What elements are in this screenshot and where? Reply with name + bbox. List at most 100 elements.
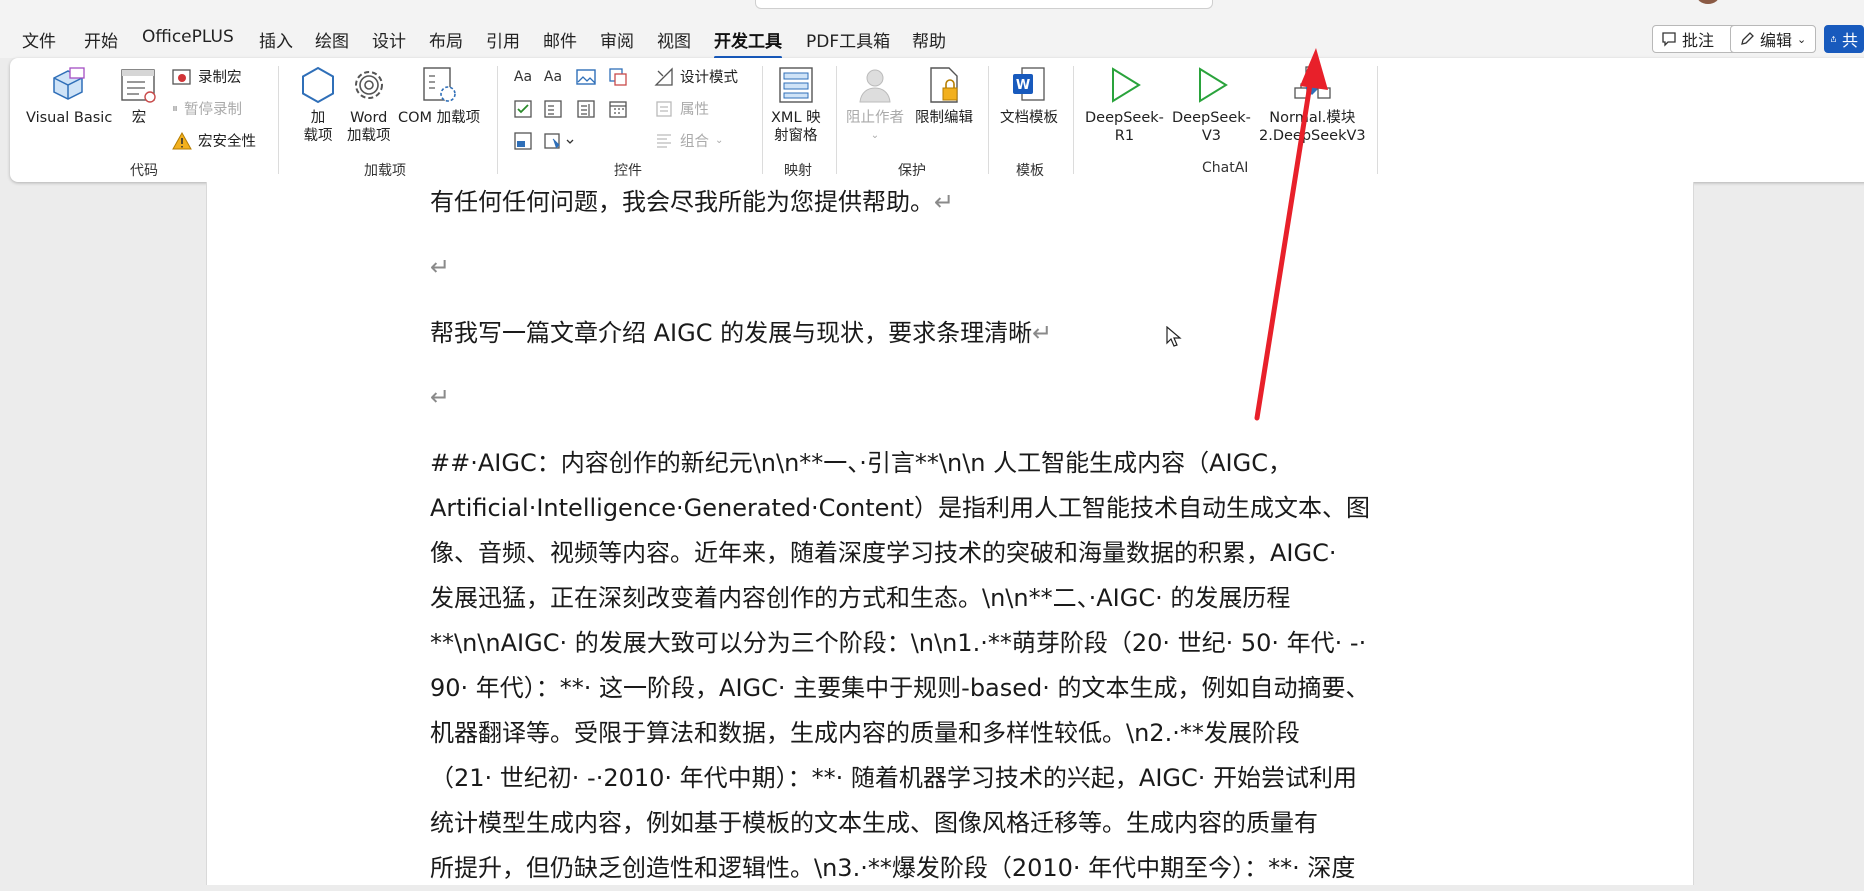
addins-label-line2: 载项 — [303, 128, 333, 144]
tab-references[interactable]: 引用 — [486, 27, 520, 52]
article-line: ##·AIGC：内容创作的新纪元\n\n**一、·引言**\n\n 人工智能生成… — [430, 449, 1292, 477]
group-label-addins: 加载项 — [364, 163, 406, 179]
share-label: 共 — [1841, 31, 1858, 50]
tab-developer[interactable]: 开发工具 — [714, 27, 782, 59]
edit-mode-button[interactable]: 编辑 ⌄ — [1730, 25, 1816, 53]
com-addins-button[interactable]: COM 加载项 — [398, 64, 480, 127]
tab-home[interactable]: 开始 — [84, 27, 118, 52]
restrict-editing-label: 限制编辑 — [915, 110, 973, 126]
chevron-down-icon: ⌄ — [715, 135, 724, 146]
search-box[interactable] — [755, 0, 1213, 9]
tab-draw[interactable]: 绘图 — [315, 27, 349, 52]
paragraph-reply[interactable]: 有任何任何问题，我会尽我所能为您提供帮助。↵ — [430, 180, 1460, 225]
group-separator — [988, 66, 989, 174]
group-label-mapping: 映射 — [784, 163, 812, 179]
com-addins-icon — [418, 64, 460, 106]
restrict-editing-button[interactable]: 限制编辑 — [915, 64, 973, 127]
properties-button[interactable]: 属性 — [654, 98, 709, 119]
plain-text-control-icon[interactable]: Aa — [542, 66, 564, 88]
deepseek-r1-label-line1: DeepSeek- — [1085, 110, 1164, 126]
pause-icon: ⏸ — [172, 101, 179, 115]
article-line: Artificial·Intelligence·Generated·Conten… — [430, 494, 1371, 522]
deepseek-v3-module-button[interactable]: Normal.模块 2.DeepSeekV3 — [1259, 64, 1366, 145]
share-button[interactable]: 共 — [1824, 25, 1864, 53]
macro-security-button[interactable]: 宏安全性 — [172, 130, 256, 151]
tab-view[interactable]: 视图 — [657, 27, 691, 52]
comment-icon — [1662, 32, 1676, 47]
warning-icon — [172, 131, 192, 149]
word-addins-label-line2: 加载项 — [347, 128, 391, 144]
properties-icon — [656, 100, 672, 117]
article-line: **\n\nAIGC· 的发展大致可以分为三个阶段：\n\n1.·**萌芽阶段（… — [430, 629, 1367, 657]
legacy-tools-icon[interactable] — [542, 130, 582, 152]
tab-file[interactable]: 文件 — [22, 27, 56, 52]
tab-pdf-toolbox[interactable]: PDF工具箱 — [806, 27, 890, 52]
block-authors-button[interactable]: 阻止作者 ⌄ — [846, 64, 904, 145]
deepseek-v3-module-label-line2: 2.DeepSeekV3 — [1259, 128, 1366, 144]
play-icon — [1190, 64, 1232, 106]
word-template-icon: W — [1008, 64, 1050, 106]
pencil-icon — [1741, 32, 1754, 45]
xml-mapping-pane-button[interactable]: XML 映 射窗格 — [771, 64, 821, 145]
pause-recording-button[interactable]: ⏸ 暂停录制 — [172, 98, 242, 119]
checkbox-control-icon[interactable] — [512, 98, 534, 120]
paragraph-text: 帮我写一篇文章介绍 AIGC 的发展与现状，要求条理清晰 — [430, 319, 1033, 347]
article-line: （21· 世纪初· -·2010· 年代中期）：**· 随着机器学习技术的兴起，… — [430, 764, 1358, 792]
tab-mailings[interactable]: 邮件 — [543, 27, 577, 52]
lock-document-icon — [923, 64, 965, 106]
addins-button[interactable]: 加 载项 — [297, 64, 339, 145]
article-line: 机器翻译等。受限于算法和数据，生成内容的质量和多样性较低。\n2.·**发展阶段 — [430, 719, 1300, 747]
paragraph-mark-icon: ↵ — [1032, 319, 1053, 347]
gear-icon — [348, 64, 390, 106]
repeating-section-control-icon[interactable] — [512, 130, 534, 152]
group-button[interactable]: 组合 ⌄ — [654, 130, 723, 151]
mouse-cursor-icon — [1166, 326, 1182, 347]
record-macro-button[interactable]: 录制宏 — [172, 66, 242, 87]
word-addins-button[interactable]: Word 加载项 — [347, 64, 391, 145]
tab-help[interactable]: 帮助 — [912, 27, 946, 52]
paragraph-empty[interactable]: ↵ — [430, 245, 1460, 290]
date-picker-control-icon[interactable] — [607, 98, 629, 120]
group-label: 组合 — [680, 134, 709, 150]
properties-label: 属性 — [680, 102, 709, 118]
design-mode-icon — [654, 66, 673, 86]
com-addins-label: COM 加载项 — [398, 110, 481, 126]
document-template-button[interactable]: W 文档模板 — [1000, 64, 1058, 127]
visual-basic-label: Visual Basic — [26, 110, 113, 126]
article-line: 90· 年代）：**· 这一阶段，AIGC· 主要集中于规则-based· 的文… — [430, 674, 1370, 702]
block-authors-label: 阻止作者 — [846, 110, 904, 126]
group-label-templates: 模板 — [1016, 163, 1044, 179]
tab-review[interactable]: 审阅 — [600, 27, 634, 52]
paragraph-empty[interactable]: ↵ — [430, 375, 1460, 420]
building-block-control-icon[interactable] — [607, 66, 629, 88]
dropdown-list-control-icon[interactable] — [575, 98, 597, 120]
design-mode-label: 设计模式 — [680, 70, 738, 86]
group-label-controls: 控件 — [614, 163, 642, 179]
visual-basic-button[interactable]: Visual Basic — [26, 64, 112, 127]
combo-box-control-icon[interactable] — [542, 98, 564, 120]
menu-bar: 文件 开始 OfficePLUS 插入 绘图 设计 布局 引用 邮件 审阅 视图… — [0, 10, 1864, 59]
macros-label: 宏 — [131, 110, 147, 126]
deepseek-r1-button[interactable]: DeepSeek- R1 — [1085, 64, 1164, 145]
article-line: 统计模型生成内容，例如基于模板的文本生成、图像风格迁移等。生成内容的质量有 — [430, 809, 1318, 837]
hexagon-addin-icon — [297, 64, 339, 106]
rich-text-control-icon[interactable]: Aa — [512, 66, 534, 88]
deepseek-v3-label-line2: V3 — [1201, 128, 1222, 144]
macros-button[interactable]: 宏 — [118, 64, 160, 127]
deepseek-v3-label-line1: DeepSeek- — [1172, 110, 1251, 126]
picture-control-icon[interactable] — [575, 66, 597, 88]
tab-insert[interactable]: 插入 — [259, 27, 293, 52]
edit-mode-label: 编辑 — [1760, 31, 1793, 50]
tab-design[interactable]: 设计 — [372, 27, 406, 52]
design-mode-button[interactable]: 设计模式 — [654, 66, 738, 87]
deepseek-v3-button[interactable]: DeepSeek- V3 — [1172, 64, 1251, 145]
tab-layout[interactable]: 布局 — [429, 27, 463, 52]
xml-mapping-label-line1: XML 映 — [771, 110, 821, 126]
paragraph-article[interactable]: ##·AIGC：内容创作的新纪元\n\n**一、·引言**\n\n 人工智能生成… — [430, 441, 1460, 891]
paragraph-prompt[interactable]: 帮我写一篇文章介绍 AIGC 的发展与现状，要求条理清晰↵ — [430, 311, 1460, 356]
avatar[interactable] — [1696, 0, 1720, 4]
group-separator — [762, 66, 763, 174]
tab-officeplus[interactable]: OfficePLUS — [142, 27, 234, 47]
play-icon — [1103, 64, 1145, 106]
group-separator — [1377, 66, 1378, 174]
